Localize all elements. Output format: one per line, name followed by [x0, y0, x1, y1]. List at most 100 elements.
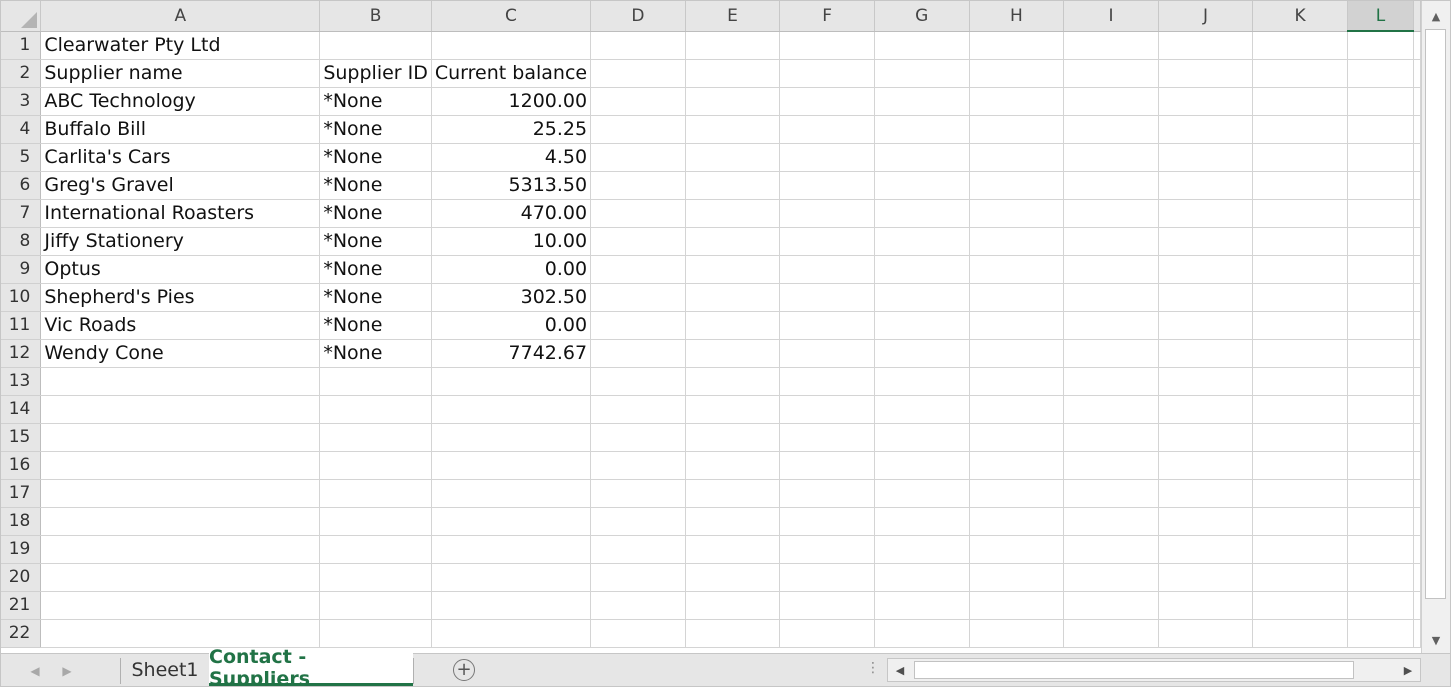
- cell-empty[interactable]: [1252, 227, 1348, 256]
- cell-a[interactable]: Vic Roads: [40, 311, 321, 340]
- column-header-k[interactable]: K: [1252, 1, 1348, 32]
- cell-empty[interactable]: [1252, 451, 1348, 480]
- cell-empty[interactable]: [1252, 619, 1348, 648]
- cell-empty[interactable]: [779, 227, 875, 256]
- cell-empty[interactable]: [1063, 591, 1159, 620]
- cell-c[interactable]: [431, 395, 592, 424]
- cell-c[interactable]: [431, 507, 592, 536]
- cell-empty[interactable]: [590, 535, 686, 564]
- cell-empty[interactable]: [969, 339, 1065, 368]
- cell-empty[interactable]: [685, 171, 781, 200]
- cell-empty[interactable]: [685, 423, 781, 452]
- cell-empty[interactable]: [1063, 423, 1159, 452]
- cell-empty[interactable]: [1252, 31, 1348, 60]
- cell-c[interactable]: 10.00: [431, 227, 592, 256]
- cell-empty[interactable]: [1347, 339, 1415, 368]
- cell-a[interactable]: [40, 507, 321, 536]
- tab-scroll-next-icon[interactable]: ▶: [57, 660, 77, 682]
- column-header-l[interactable]: L: [1347, 1, 1415, 32]
- cell-empty[interactable]: [1158, 87, 1254, 116]
- tab-scroll-prev-icon[interactable]: ◀: [25, 660, 45, 682]
- cell-empty[interactable]: [1158, 395, 1254, 424]
- cell-empty[interactable]: [1252, 339, 1348, 368]
- row-header[interactable]: 21: [1, 591, 42, 620]
- cell-empty[interactable]: [685, 479, 781, 508]
- cell-c[interactable]: 25.25: [431, 115, 592, 144]
- row-header[interactable]: 15: [1, 423, 42, 452]
- cell-b[interactable]: [319, 31, 432, 60]
- cell-empty[interactable]: [969, 479, 1065, 508]
- cell-empty[interactable]: [1413, 339, 1421, 368]
- cell-empty[interactable]: [969, 87, 1065, 116]
- cell-empty[interactable]: [685, 339, 781, 368]
- cell-empty[interactable]: [1413, 31, 1421, 60]
- cell-empty[interactable]: [1252, 563, 1348, 592]
- cell-empty[interactable]: [1252, 311, 1348, 340]
- cell-empty[interactable]: [685, 367, 781, 396]
- cell-empty[interactable]: [1158, 143, 1254, 172]
- cell-empty[interactable]: [590, 115, 686, 144]
- cell-empty[interactable]: [969, 143, 1065, 172]
- cell-empty[interactable]: [590, 591, 686, 620]
- cell-empty[interactable]: [1158, 171, 1254, 200]
- cell-empty[interactable]: [874, 59, 970, 88]
- cell-empty[interactable]: [969, 619, 1065, 648]
- cell-empty[interactable]: [1347, 479, 1415, 508]
- cell-a[interactable]: [40, 395, 321, 424]
- cell-empty[interactable]: [1158, 451, 1254, 480]
- cell-empty[interactable]: [969, 395, 1065, 424]
- cell-empty[interactable]: [1347, 199, 1415, 228]
- cell-empty[interactable]: [874, 367, 970, 396]
- cell-empty[interactable]: [1413, 535, 1421, 564]
- cell-empty[interactable]: [1347, 31, 1415, 60]
- cell-empty[interactable]: [874, 619, 970, 648]
- cell-empty[interactable]: [685, 535, 781, 564]
- cell-empty[interactable]: [1158, 507, 1254, 536]
- cell-empty[interactable]: [590, 87, 686, 116]
- row-header[interactable]: 16: [1, 451, 42, 480]
- cell-empty[interactable]: [874, 535, 970, 564]
- cell-empty[interactable]: [779, 479, 875, 508]
- row-header[interactable]: 6: [1, 171, 42, 200]
- split-handle-icon[interactable]: ⋮: [866, 660, 880, 676]
- cell-empty[interactable]: [1347, 451, 1415, 480]
- cell-empty[interactable]: [590, 619, 686, 648]
- row-header[interactable]: 4: [1, 115, 42, 144]
- cell-empty[interactable]: [1413, 199, 1421, 228]
- cell-empty[interactable]: [590, 395, 686, 424]
- cell-empty[interactable]: [874, 171, 970, 200]
- horizontal-scroll-thumb[interactable]: [914, 661, 1354, 679]
- cell-b[interactable]: [319, 535, 432, 564]
- cell-empty[interactable]: [779, 255, 875, 284]
- cell-empty[interactable]: [779, 87, 875, 116]
- row-header[interactable]: 19: [1, 535, 42, 564]
- cell-a[interactable]: Shepherd's Pies: [40, 283, 321, 312]
- cell-empty[interactable]: [874, 255, 970, 284]
- cell-empty[interactable]: [779, 367, 875, 396]
- cell-b[interactable]: [319, 451, 432, 480]
- vertical-scroll-thumb[interactable]: [1425, 29, 1446, 599]
- cell-empty[interactable]: [874, 143, 970, 172]
- cell-a[interactable]: Clearwater Pty Ltd: [40, 31, 321, 60]
- cell-empty[interactable]: [1063, 451, 1159, 480]
- cell-b[interactable]: *None: [319, 171, 432, 200]
- cell-a[interactable]: Buffalo Bill: [40, 115, 321, 144]
- cell-empty[interactable]: [874, 507, 970, 536]
- cell-b[interactable]: [319, 423, 432, 452]
- cell-empty[interactable]: [685, 395, 781, 424]
- cell-empty[interactable]: [1252, 59, 1348, 88]
- cell-empty[interactable]: [1158, 255, 1254, 284]
- cell-empty[interactable]: [874, 311, 970, 340]
- cell-empty[interactable]: [1413, 591, 1421, 620]
- cell-empty[interactable]: [1063, 535, 1159, 564]
- cell-empty[interactable]: [685, 227, 781, 256]
- cell-empty[interactable]: [590, 143, 686, 172]
- cell-empty[interactable]: [1347, 283, 1415, 312]
- cell-empty[interactable]: [779, 423, 875, 452]
- cell-empty[interactable]: [1252, 283, 1348, 312]
- cell-empty[interactable]: [779, 31, 875, 60]
- cell-empty[interactable]: [1063, 87, 1159, 116]
- cell-b[interactable]: [319, 479, 432, 508]
- cell-empty[interactable]: [969, 59, 1065, 88]
- cell-empty[interactable]: [874, 227, 970, 256]
